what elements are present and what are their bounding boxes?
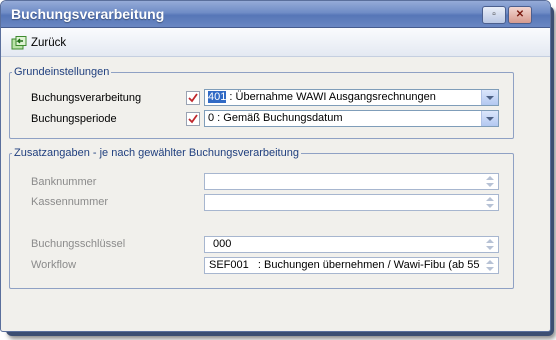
buchungsschluessel-label: Buchungsschlüssel (31, 238, 126, 250)
chevron-down-icon[interactable] (481, 111, 498, 126)
workflow-value: SEF001 : Buchungen übernehmen / Wawi-Fib… (209, 259, 480, 271)
toolbar: Zurück (1, 28, 550, 57)
banknummer-field[interactable] (204, 173, 499, 190)
banknummer-label: Banknummer (31, 176, 97, 188)
buchungsverarbeitung-select[interactable]: 401 : Übernahme WAWI Ausgangsrechnungen (204, 89, 499, 106)
buchungsperiode-label: Buchungsperiode (31, 113, 117, 125)
buchungsverarbeitung-value: 401 : Übernahme WAWI Ausgangsrechnungen (208, 91, 436, 103)
buchungsperiode-checkbox[interactable] (186, 112, 200, 126)
back-button[interactable]: Zurück (11, 35, 66, 51)
buchungsschluessel-value: 000 (213, 238, 232, 250)
window-title: Buchungsverarbeitung (11, 6, 165, 22)
buchungsperiode-value: 0 : Gemäß Buchungsdatum (208, 112, 343, 124)
checkmark-icon (188, 114, 198, 124)
spinner-icon[interactable] (484, 175, 496, 188)
kassennummer-label: Kassennummer (31, 196, 109, 208)
buchungsverarbeitung-label: Buchungsverarbeitung (31, 92, 142, 104)
buchungsschluessel-field[interactable]: 000 (204, 236, 499, 253)
workflow-label: Workflow (31, 259, 77, 271)
buchungsverarbeitung-checkbox[interactable] (186, 91, 200, 105)
close-button[interactable]: ✕ (508, 6, 532, 24)
workflow-field[interactable]: SEF001 : Buchungen übernehmen / Wawi-Fib… (204, 257, 499, 274)
spinner-icon[interactable] (484, 238, 496, 251)
buchungsverarbeitung-text: : Übernahme WAWI Ausgangsrechnungen (229, 91, 436, 103)
buchungsperiode-select[interactable]: 0 : Gemäß Buchungsdatum (204, 110, 499, 127)
back-arrow-icon (11, 36, 27, 50)
restore-button[interactable]: ▫ (482, 6, 506, 24)
spinner-icon[interactable] (484, 259, 496, 272)
spinner-icon[interactable] (484, 196, 496, 209)
checkmark-icon (188, 93, 198, 103)
chevron-down-icon[interactable] (481, 90, 498, 105)
zusatzangaben-legend: Zusatzangaben - je nach gewählter Buchun… (14, 147, 299, 159)
grundeinstellungen-legend: Grundeinstellungen (14, 66, 110, 78)
title-bar: Buchungsverarbeitung ▫ ✕ (1, 1, 550, 28)
dialog-window: Buchungsverarbeitung ▫ ✕ Zurück Grundein… (0, 0, 551, 332)
kassennummer-field[interactable] (204, 194, 499, 211)
buchungsverarbeitung-code: 401 (208, 91, 227, 103)
back-button-label: Zurück (31, 37, 67, 49)
